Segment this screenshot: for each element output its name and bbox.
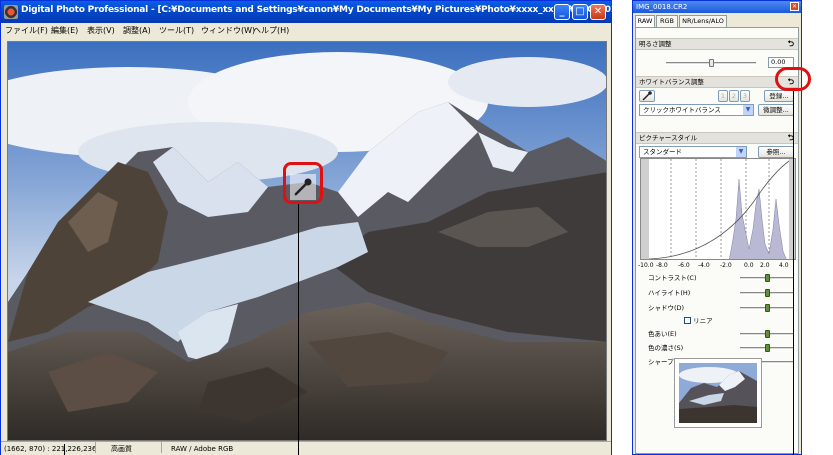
status-divider [95,442,96,453]
menu-help[interactable]: ヘルプ(H) [253,23,289,39]
status-color-space: RAW / Adobe RGB [171,445,234,453]
picture-style-heading: ピクチャースタイル [639,134,698,142]
scale-label: 4.0 [779,262,789,269]
close-button[interactable]: ✕ [590,4,606,20]
callout-line [793,91,794,455]
tab-raw[interactable]: RAW [635,15,655,27]
tab-nr-lens-alo[interactable]: NR/Lens/ALO [679,15,727,27]
white-balance-heading: ホワイトバランス調整 [639,78,704,86]
status-bar: (1662, 870) : 221,226,236 高画質 RAW / Adob… [1,441,611,455]
preview-image [679,363,757,423]
picture-style-select[interactable]: スタンダード ▼ [639,146,747,158]
chevron-down-icon: ▼ [743,105,753,115]
menu-tools[interactable]: ツール(T) [159,23,194,39]
reset-button-highlight [775,67,811,91]
maximize-button[interactable]: □ [572,4,588,20]
palette-title: IMG_0018.CR2 [636,3,688,11]
preview-thumbnail [674,358,762,428]
linear-checkbox-row[interactable]: リニア [684,315,713,325]
status-coords: (1662, 870) : 221,226,236 [4,445,97,453]
highlight-slider-thumb[interactable] [765,289,770,297]
contrast-slider-thumb[interactable] [765,274,770,282]
tool-palette: IMG_0018.CR2 ✕ RAW RGB NR/Lens/ALO 明るさ調整… [632,0,802,455]
palette-title-bar[interactable]: IMG_0018.CR2 ✕ [633,1,801,13]
wb-slot-1-button[interactable]: 1 [718,90,728,102]
callout-line [298,204,299,455]
menu-bar: ファイル(F) 編集(E) 表示(V) 調整(A) ツール(T) ウィンドウ(W… [1,23,611,39]
shadow-slider-thumb[interactable] [765,304,770,312]
picture-style-browse-button[interactable]: 参照... [758,146,794,158]
palette-close-button[interactable]: ✕ [790,2,799,11]
brightness-reset-icon[interactable]: ⮌ [788,39,794,49]
eyedropper-highlight [283,162,323,204]
scale-label: -8.0 [656,262,668,269]
color-tone-slider-thumb[interactable] [765,330,770,338]
white-balance-select-value: クリックホワイトバランス [643,106,721,114]
scale-label: -2.0 [720,262,732,269]
color-tone-label: 色あい(E) [648,330,677,338]
brightness-slider-thumb[interactable] [709,59,714,67]
menu-edit[interactable]: 編集(E) [51,23,78,39]
scale-label: -4.0 [698,262,710,269]
tab-rgb[interactable]: RGB [656,15,678,27]
status-quality: 高画質 [111,445,132,453]
brightness-heading: 明るさ調整 [639,40,672,48]
wb-register-button[interactable]: 登録... [764,90,794,102]
saturation-label: 色の濃さ(S) [648,344,684,352]
eyedropper-icon [642,91,652,101]
histogram-graph [641,159,795,259]
wb-slot-2-button[interactable]: 2 [729,90,739,102]
photo-viewer[interactable] [7,41,607,441]
chevron-down-icon: ▼ [736,147,746,157]
mountain-photo [8,42,606,440]
menu-window[interactable]: ウィンドウ(W) [201,23,255,39]
menu-file[interactable]: ファイル(F) [5,23,48,39]
main-window: Digital Photo Professional - [C:¥Documen… [0,0,657,455]
white-balance-eyedropper-button[interactable] [639,90,655,102]
scale-label: -6.0 [678,262,690,269]
white-balance-section-header: ホワイトバランス調整 ⮌ [636,76,798,88]
picture-style-select-value: スタンダード [643,148,682,156]
palette-body: 明るさ調整 ⮌ 0.00 ホワイトバランス調整 ⮌ 1 2 3 登録... クリ… [635,27,799,454]
menu-adjust[interactable]: 調整(A) [123,23,151,39]
white-balance-select[interactable]: クリックホワイトバランス ▼ [639,104,754,116]
tone-curve-histogram[interactable] [640,158,796,260]
highlight-label: ハイライト(H) [648,289,691,297]
scale-label: 2.0 [760,262,770,269]
minimize-button[interactable]: _ [554,4,570,20]
saturation-slider-thumb[interactable] [765,344,770,352]
linear-checkbox[interactable] [684,317,691,324]
picture-style-section-header: ピクチャースタイル ⮌ [636,132,798,144]
title-bar[interactable]: Digital Photo Professional - [C:¥Documen… [1,1,657,23]
wb-fine-tune-button[interactable]: 微調整... [758,104,794,116]
shadow-label: シャドウ(D) [648,304,685,312]
wb-slot-3-button[interactable]: 3 [740,90,750,102]
callout-line [64,444,65,455]
scale-label: -10.0 [638,262,654,269]
menu-view[interactable]: 表示(V) [87,23,115,39]
brightness-section-header: 明るさ調整 ⮌ [636,38,798,50]
contrast-label: コントラスト(C) [648,274,697,282]
linear-label: リニア [693,317,713,325]
scale-label: 0.0 [744,262,754,269]
app-icon [4,5,18,19]
status-divider [161,442,162,453]
